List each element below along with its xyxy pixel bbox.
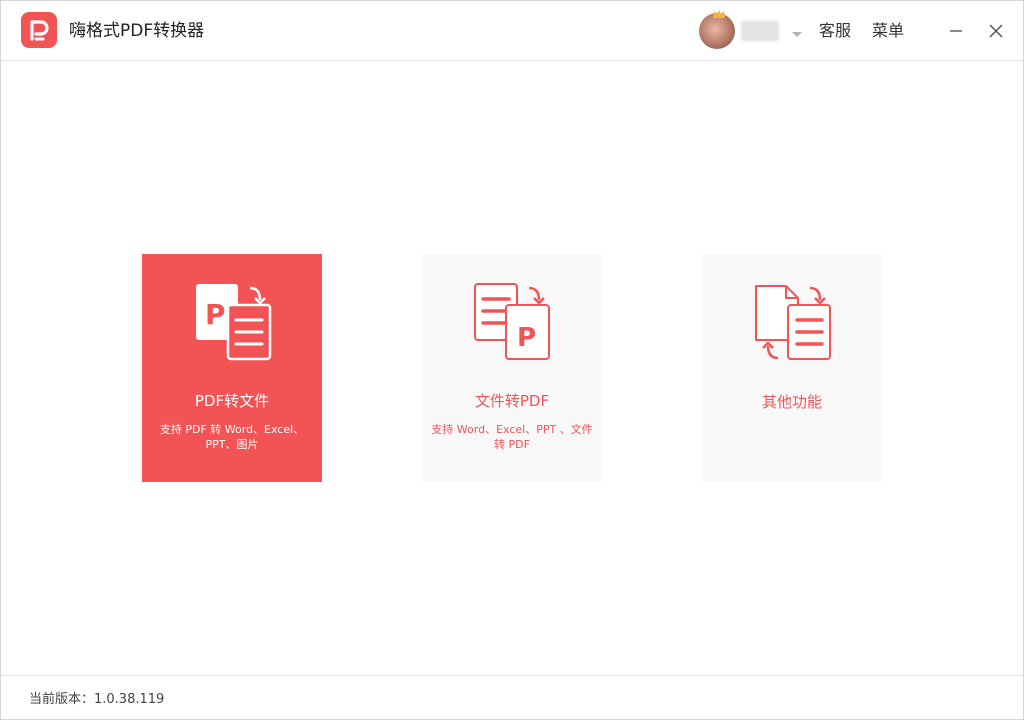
customer-service-link[interactable]: 客服 [819, 21, 851, 41]
app-title: 嗨格式PDF转换器 [69, 21, 205, 41]
vip-crown-icon [712, 4, 726, 23]
card-title: 其他功能 [761, 393, 822, 411]
close-button[interactable] [985, 20, 1007, 42]
card-description: 支持 PDF 转 Word、Excel、PPT、图片 [159, 423, 305, 451]
svg-text:P: P [205, 298, 226, 331]
app-window: 嗨格式PDF转换器 客服 菜单 P PDF转文件 支持 PDF 转 Word、E… [0, 0, 1024, 720]
menu-link[interactable]: 菜单 [872, 21, 904, 41]
user-dropdown-icon[interactable] [791, 24, 803, 43]
card-description: 支持 Word、Excel、PPT 、文件转 PDF [431, 423, 593, 451]
version-label: 当前版本：1.0.38.119 [29, 692, 165, 707]
username-blurred [741, 21, 779, 41]
minimize-button[interactable] [945, 20, 967, 42]
pdf-to-file-icon: P [192, 282, 272, 362]
file-to-pdf-icon: P [472, 282, 552, 362]
card-file-to-pdf[interactable]: P 文件转PDF 支持 Word、Excel、PPT 、文件转 PDF [422, 254, 602, 482]
card-pdf-to-file[interactable]: P PDF转文件 支持 PDF 转 Word、Excel、PPT、图片 [142, 254, 322, 482]
card-title: PDF转文件 [194, 392, 270, 410]
app-logo-icon [21, 12, 57, 48]
svg-text:P: P [517, 323, 536, 353]
minimize-icon [950, 30, 962, 32]
title-bar[interactable]: 嗨格式PDF转换器 客服 菜单 [1, 1, 1023, 61]
status-bar: 当前版本：1.0.38.119 [1, 675, 1023, 720]
other-functions-icon [752, 282, 832, 362]
card-other-functions[interactable]: 其他功能 [702, 254, 882, 482]
close-icon [989, 24, 1003, 38]
card-title: 文件转PDF [474, 392, 550, 410]
